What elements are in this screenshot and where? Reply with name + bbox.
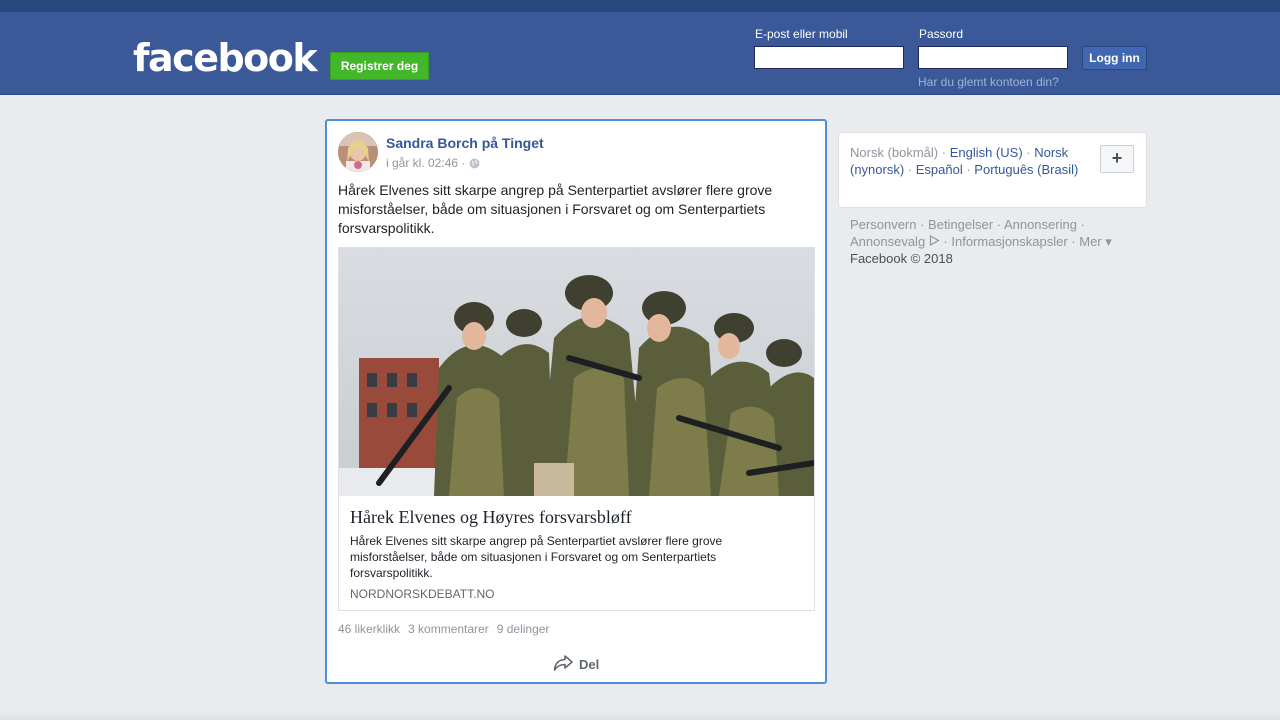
post-card: Sandra Borch på Tinget i går kl. 02:46 ·… [325, 119, 827, 684]
footer-link-annonsevalg[interactable]: Annonsevalg [850, 234, 925, 249]
link-image[interactable] [339, 248, 814, 496]
caret-down-icon: ▾ [1105, 234, 1112, 249]
avatar[interactable] [338, 132, 378, 172]
language-list: Norsk (bokmål) · English (US) · Norsk (n… [850, 145, 1079, 177]
password-label: Passord [919, 27, 964, 41]
facebook-logo[interactable]: facebook [133, 34, 318, 82]
shares-count[interactable]: 9 delinger [497, 622, 550, 636]
link-body[interactable]: Hårek Elvenes og Høyres forsvarsbløff Hå… [339, 496, 814, 610]
email-field[interactable] [754, 46, 904, 69]
post-stats: 46 likerklikk 3 kommentarer 9 delinger [338, 622, 549, 636]
comments-count[interactable]: 3 kommentarer [408, 622, 489, 636]
footer-link-mer[interactable]: Mer [1079, 234, 1101, 249]
footer-link-personvern[interactable]: Personvern [850, 217, 916, 232]
language-portugues[interactable]: Português (Brasil) [974, 162, 1078, 177]
post-author[interactable]: Sandra Borch på Tinget [386, 135, 544, 151]
share-label: Del [579, 657, 600, 672]
email-label: E-post eller mobil [755, 27, 848, 41]
adchoices-icon [929, 234, 940, 249]
bottom-edge [0, 712, 1280, 720]
share-button[interactable]: Del [553, 654, 599, 675]
top-strip [0, 0, 1280, 12]
footer-link-annonsering[interactable]: Annonsering [1004, 217, 1077, 232]
likes-count[interactable]: 46 likerklikk [338, 622, 400, 636]
footer: Personvern · Betingelser · Annonsering ·… [850, 217, 1112, 266]
login-button[interactable]: Logg inn [1082, 46, 1147, 70]
divider [338, 642, 815, 643]
share-icon [553, 654, 573, 675]
link-description: Hårek Elvenes sitt skarpe angrep på Sent… [350, 534, 723, 580]
language-english[interactable]: English (US) [950, 145, 1023, 160]
forgot-account-link[interactable]: Har du glemt kontoen din? [918, 75, 1059, 89]
language-box: Norsk (bokmål) · English (US) · Norsk (n… [838, 132, 1147, 208]
globe-icon[interactable] [469, 158, 480, 169]
post-meta: i går kl. 02:46 · [386, 156, 480, 170]
footer-link-informasjonskapsler[interactable]: Informasjonskapsler [951, 234, 1067, 249]
more-languages-button[interactable]: + [1100, 145, 1134, 173]
link-preview[interactable]: Hårek Elvenes og Høyres forsvarsbløff Hå… [338, 247, 815, 611]
register-button[interactable]: Registrer deg [330, 52, 429, 80]
footer-link-betingelser[interactable]: Betingelser [928, 217, 993, 232]
language-current: Norsk (bokmål) [850, 145, 939, 160]
link-domain: NORDNORSKDEBATT.NO [350, 587, 495, 601]
post-timestamp[interactable]: i går kl. 02:46 · [386, 156, 465, 170]
header: facebook Registrer deg E-post eller mobi… [0, 12, 1280, 95]
language-espanol[interactable]: Español [916, 162, 963, 177]
link-title[interactable]: Hårek Elvenes og Høyres forsvarsbløff [350, 506, 803, 528]
copyright: Facebook © 2018 [850, 251, 953, 266]
password-field[interactable] [918, 46, 1068, 69]
post-text: Hårek Elvenes sitt skarpe angrep på Sent… [338, 182, 773, 236]
